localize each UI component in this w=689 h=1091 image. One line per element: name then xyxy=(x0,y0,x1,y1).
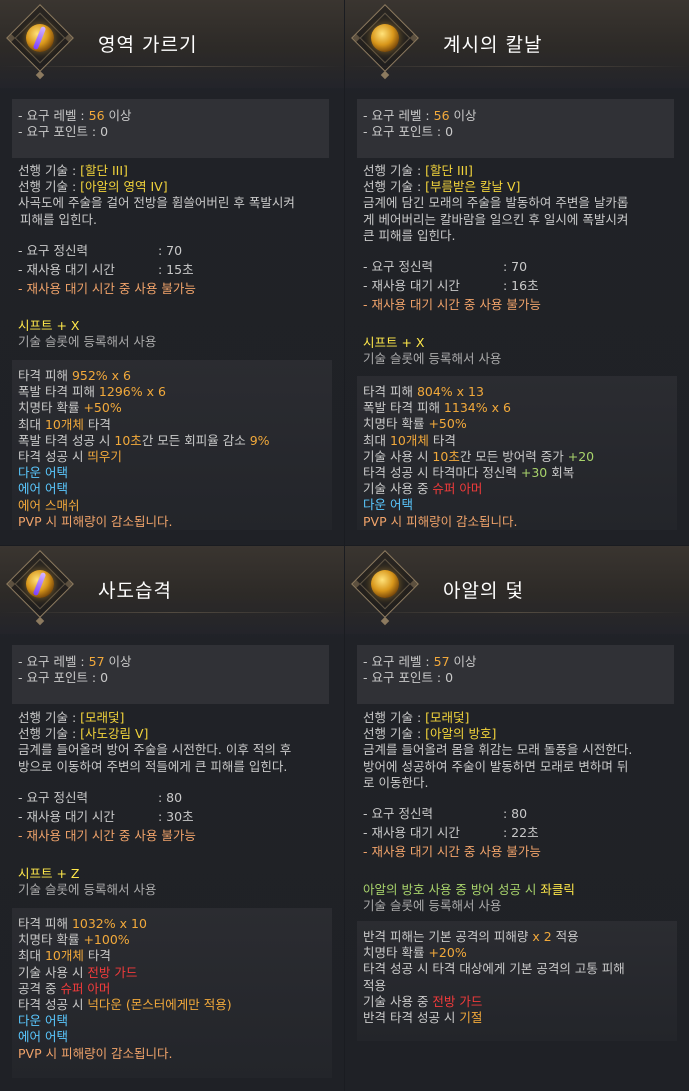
skill-card-2: 계시의 칼날 - 요구 레벨 : 56 이상 - 요구 포인트 : 0 선행 기… xyxy=(345,0,689,545)
aal-trap-skill-icon xyxy=(371,570,399,598)
combo-link: 다운 어택 xyxy=(363,497,413,513)
required-level: 56 xyxy=(433,108,450,123)
cooldown-warning: - 재사용 대기 시간 중 사용 불가능 xyxy=(18,828,196,843)
skill-card-3: 사도습격 - 요구 레벨 : 57 이상 - 요구 포인트 : 0 선행 기술 … xyxy=(0,546,344,1091)
pvp-note: PVP 시 피해량이 감소됩니다. xyxy=(18,1045,173,1061)
revelation-blade-skill-icon xyxy=(371,24,399,52)
requirements-box: - 요구 레벨 : 56 이상 - 요구 포인트 : 0 xyxy=(12,99,329,158)
hotkey: 좌클릭 xyxy=(540,882,575,897)
skill-icon-frame xyxy=(351,550,419,626)
command-info: 아알의 방호 사용 중 방어 성공 시 좌클릭 기술 슬롯에 등록해서 사용 xyxy=(363,882,575,914)
requirements-box: - 요구 레벨 : 56 이상 - 요구 포인트 : 0 xyxy=(357,99,674,158)
command-info: 시프트 + Z 기술 슬롯에 등록해서 사용 xyxy=(18,866,336,898)
skill-title: 계시의 칼날 xyxy=(443,34,543,56)
skill-description: 금계에 담긴 모래의 주술을 발동하여 주변을 날카롭 xyxy=(363,195,629,211)
cost-info: - 요구 정신력: 70 - 재사용 대기 시간: 16초 - 재사용 대기 시… xyxy=(363,257,681,314)
prereq-desc: 선행 기술 : [할단 III] 선행 기술 : [부름받은 칼날 V] 금계에… xyxy=(363,163,681,244)
skill-card-1: 영역 가르기 - 요구 레벨 : 56 이상 - 요구 포인트 : 0 선행 기… xyxy=(0,0,344,545)
skill-title: 영역 가르기 xyxy=(98,34,198,56)
cost-info: - 요구 정신력: 80 - 재사용 대기 시간: 22초 - 재사용 대기 시… xyxy=(363,804,681,861)
combo-extra: 에어 스매쉬 xyxy=(18,497,80,513)
cost-info: - 요구 정신력: 80 - 재사용 대기 시간: 30초 - 재사용 대기 시… xyxy=(18,788,336,845)
command-info: 시프트 + X 기술 슬롯에 등록해서 사용 xyxy=(18,318,336,350)
pvp-note: PVP 시 피해량이 감소됩니다. xyxy=(363,513,518,529)
required-point: 0 xyxy=(445,670,454,686)
hotkey: 시프트 + X xyxy=(18,318,80,333)
area-slash-skill-icon xyxy=(26,24,54,52)
skill-icon-frame xyxy=(6,550,74,626)
required-level: 56 xyxy=(88,108,105,123)
command-info: 시프트 + X 기술 슬롯에 등록해서 사용 xyxy=(363,335,681,367)
skill-title: 아알의 덫 xyxy=(443,580,524,602)
hotkey: 시프트 + Z xyxy=(18,866,80,881)
combo-link: 에어 어택 xyxy=(18,1029,68,1045)
required-level: 57 xyxy=(433,654,450,669)
stats-box: 타격 피해 804% x 13 폭발 타격 피해 1134% x 6 치명타 확… xyxy=(357,376,677,530)
pvp-note: PVP 시 피해량이 감소됩니다. xyxy=(18,513,173,529)
combo-link: 다운 어택 xyxy=(18,1013,68,1029)
hotkey: 시프트 + X xyxy=(363,335,425,350)
prereq-desc: 선행 기술 : [할단 III] 선행 기술 : [아알의 영역 IV] 사곡도… xyxy=(18,163,336,228)
skill-card-4: 아알의 덫 - 요구 레벨 : 57 이상 - 요구 포인트 : 0 선행 기술… xyxy=(345,546,689,1091)
cooldown-warning: - 재사용 대기 시간 중 사용 불가능 xyxy=(363,844,541,859)
required-point: 0 xyxy=(100,670,109,686)
stats-box: 반격 피해는 기본 공격의 피해량 x 2 적용 치명타 확률 +20% 타격 … xyxy=(357,921,677,1041)
stats-box: 타격 피해 1032% x 10 치명타 확률 +100% 최대 10개체 타격… xyxy=(12,908,332,1078)
combo-link: 에어 어택 xyxy=(18,481,68,497)
skill-description: 금계를 들어올려 방어 주술을 시전한다. 이후 적의 후 xyxy=(18,742,292,758)
skill-icon-frame xyxy=(6,4,74,80)
prereq-desc: 선행 기술 : [모래덫] 선행 기술 : [아알의 방호] 금계를 들어올려 … xyxy=(363,710,681,791)
combo-link: 다운 어택 xyxy=(18,465,68,481)
skill-title: 사도습격 xyxy=(98,580,172,602)
requirements-box: - 요구 레벨 : 57 이상 - 요구 포인트 : 0 xyxy=(357,645,674,704)
required-point: 0 xyxy=(100,124,109,140)
skill-description: 금계를 들어올려 몸을 휘감는 모래 돌풍을 시전한다. xyxy=(363,742,633,758)
prereq-desc: 선행 기술 : [모래덫] 선행 기술 : [사도강림 V] 금계를 들어올려 … xyxy=(18,710,336,775)
required-level: 57 xyxy=(88,654,105,669)
apostle-assault-skill-icon xyxy=(26,570,54,598)
stats-box: 타격 피해 952% x 6 폭발 타격 피해 1296% x 6 치명타 확률… xyxy=(12,360,332,530)
skill-icon-frame xyxy=(351,4,419,80)
cooldown-warning: - 재사용 대기 시간 중 사용 불가능 xyxy=(18,281,196,296)
cooldown-warning: - 재사용 대기 시간 중 사용 불가능 xyxy=(363,297,541,312)
required-point: 0 xyxy=(445,124,454,140)
requirements-box: - 요구 레벨 : 57 이상 - 요구 포인트 : 0 xyxy=(12,645,329,704)
skill-description: 사곡도에 주술을 걸어 전방을 휩쓸어버린 후 폭발시켜 xyxy=(18,195,295,211)
cost-info: - 요구 정신력: 70 - 재사용 대기 시간: 15초 - 재사용 대기 시… xyxy=(18,241,336,298)
